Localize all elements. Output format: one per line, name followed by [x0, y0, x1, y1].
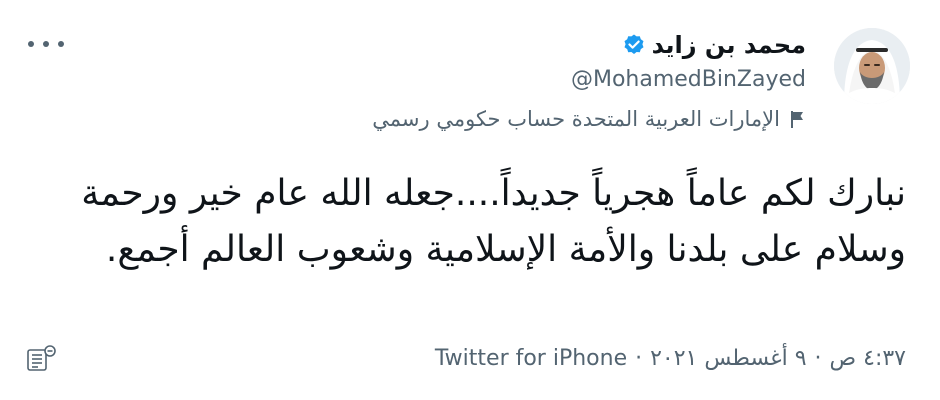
tweet-time[interactable]: ٤:٣٧ ص	[830, 346, 906, 371]
more-dot	[58, 41, 64, 47]
avatar[interactable]	[834, 28, 910, 104]
author-name[interactable]: محمد بن زايد	[652, 28, 806, 62]
avatar-image	[834, 28, 910, 104]
verified-badge-icon	[622, 33, 646, 57]
more-dot	[43, 41, 49, 47]
tweet-metadata: ٤:٣٧ ص · ٩ أغسطس ٢٠٢١ · Twitter for iPho…	[435, 340, 906, 376]
author-block: محمد بن زايد @MohamedBinZayed	[571, 28, 806, 98]
more-options-button[interactable]	[28, 34, 64, 54]
more-horizontal-icon	[28, 41, 34, 47]
separator: ·	[635, 345, 643, 371]
tweet-text: نبارك لكم عاماً هجرياً جديداً....جعله ال…	[69, 173, 906, 270]
government-label-row: الإمارات العربية المتحدة حساب حكومي رسمي	[372, 104, 806, 134]
tweet-source-link[interactable]: Twitter for iPhone	[435, 346, 627, 371]
tweet-card: محمد بن زايد @MohamedBinZayed الإمارات ا…	[0, 0, 940, 400]
lists-icon[interactable]	[26, 344, 62, 374]
separator: ·	[814, 345, 822, 371]
author-handle[interactable]: @MohamedBinZayed	[571, 62, 806, 98]
tweet-date[interactable]: ٩ أغسطس ٢٠٢١	[650, 346, 806, 371]
government-label: الإمارات العربية المتحدة حساب حكومي رسمي	[372, 107, 780, 131]
author-name-row: محمد بن زايد	[571, 28, 806, 62]
flag-icon	[788, 109, 806, 129]
